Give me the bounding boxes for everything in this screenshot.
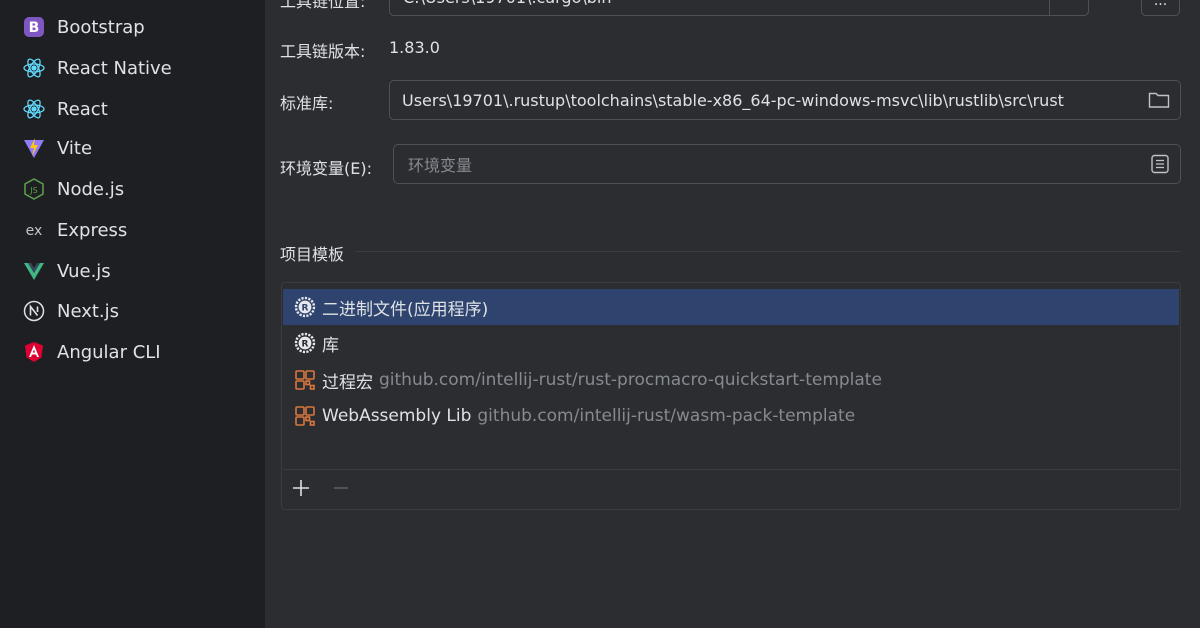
nodejs-icon: JS [22, 177, 46, 201]
template-label: 过程宏 [322, 372, 373, 393]
sidebar-item-express[interactable]: ex Express [22, 215, 128, 245]
template-label: 库 [322, 335, 339, 356]
template-item-library[interactable]: R 库 [283, 325, 1179, 361]
sidebar-item-react[interactable]: React [22, 94, 108, 124]
template-item-wasm[interactable]: WebAssembly Lib github.com/intellij-rust… [283, 398, 1179, 434]
chevron-down-icon[interactable] [1064, 0, 1076, 15]
sidebar-item-label: Express [57, 219, 128, 241]
vue-icon [22, 259, 46, 283]
template-hint: github.com/intellij-rust/rust-procmacro-… [379, 370, 882, 390]
svg-text:JS: JS [29, 186, 37, 195]
sidebar-item-label: Node.js [57, 178, 125, 200]
sidebar-item-vue[interactable]: Vue.js [22, 256, 111, 286]
env-vars-placeholder: 环境变量 [408, 156, 473, 175]
toolchain-location-field[interactable]: C:\Users\19701\.cargo\bin [389, 0, 1089, 16]
toolchain-version-value: 1.83.0 [389, 38, 440, 57]
folder-icon[interactable] [1148, 81, 1170, 119]
rust-icon: R [294, 332, 316, 354]
add-template-button[interactable] [289, 476, 313, 500]
template-item-binary[interactable]: R 二进制文件(应用程序) [283, 289, 1179, 325]
section-separator [355, 251, 1181, 252]
template-hint: github.com/intellij-rust/wasm-pack-templ… [477, 406, 856, 426]
stdlib-field[interactable]: Users\19701\.rustup\toolchains\stable-x8… [389, 80, 1181, 120]
sidebar-item-nodejs[interactable]: JS Node.js [22, 174, 124, 204]
field-divider [1049, 0, 1050, 15]
template-icon [294, 405, 316, 427]
sidebar-item-bootstrap[interactable]: B Bootstrap [22, 12, 145, 42]
toolchain-location-value: C:\Users\19701\.cargo\bin [403, 0, 612, 15]
templates-list: R 二进制文件(应用程序) R 库 过程宏 github.com/intelli… [281, 282, 1181, 510]
env-vars-field[interactable]: 环境变量 [393, 144, 1181, 184]
template-icon [294, 369, 316, 391]
env-vars-label: 环境变量(E): [280, 159, 372, 178]
remove-template-button[interactable] [329, 476, 353, 500]
svg-text:R: R [302, 340, 309, 350]
sidebar-item-angular[interactable]: Angular CLI [22, 337, 161, 367]
sidebar-item-label: React Native [57, 57, 172, 79]
templates-toolbar [283, 469, 1179, 508]
sidebar-item-vite[interactable]: Vite [22, 133, 92, 163]
stdlib-value: Users\19701\.rustup\toolchains\stable-x8… [402, 90, 1064, 110]
rust-icon: R [294, 296, 316, 318]
sidebar-item-label: Bootstrap [57, 16, 145, 38]
nextjs-icon [22, 299, 46, 323]
svg-text:ex: ex [26, 223, 43, 239]
template-label: WebAssembly Lib [322, 406, 472, 426]
svg-text:R: R [302, 304, 309, 314]
browse-button-label: ... [1153, 0, 1168, 9]
template-item-procmacro[interactable]: 过程宏 github.com/intellij-rust/rust-procma… [283, 362, 1179, 398]
sidebar: B Bootstrap React Native React Vite JS N… [0, 0, 265, 628]
react-icon [22, 97, 46, 121]
angular-icon [22, 340, 46, 364]
svg-text:B: B [29, 20, 40, 36]
sidebar-item-label: Angular CLI [57, 341, 161, 363]
sidebar-item-label: Vue.js [57, 260, 111, 282]
toolchain-location-label: 工具链位置: [280, 0, 366, 11]
stdlib-label: 标准库: [280, 94, 334, 113]
sidebar-item-label: Next.js [57, 300, 120, 322]
templates-section-title: 项目模板 [280, 245, 345, 264]
vite-icon [22, 136, 46, 160]
sidebar-item-react-native[interactable]: React Native [22, 53, 172, 83]
browse-env-icon[interactable] [1150, 145, 1170, 183]
sidebar-item-label: Vite [57, 137, 93, 159]
project-settings-panel: 工具链位置: C:\Users\19701\.cargo\bin ... 工具链… [265, 0, 1200, 628]
browse-toolchain-button[interactable]: ... [1141, 0, 1180, 16]
sidebar-item-label: React [57, 98, 108, 120]
sidebar-item-nextjs[interactable]: Next.js [22, 296, 119, 326]
react-icon [22, 56, 46, 80]
template-label: 二进制文件(应用程序) [322, 299, 489, 320]
bootstrap-icon: B [22, 15, 46, 39]
express-icon: ex [22, 218, 46, 242]
toolchain-version-label: 工具链版本: [280, 42, 366, 61]
